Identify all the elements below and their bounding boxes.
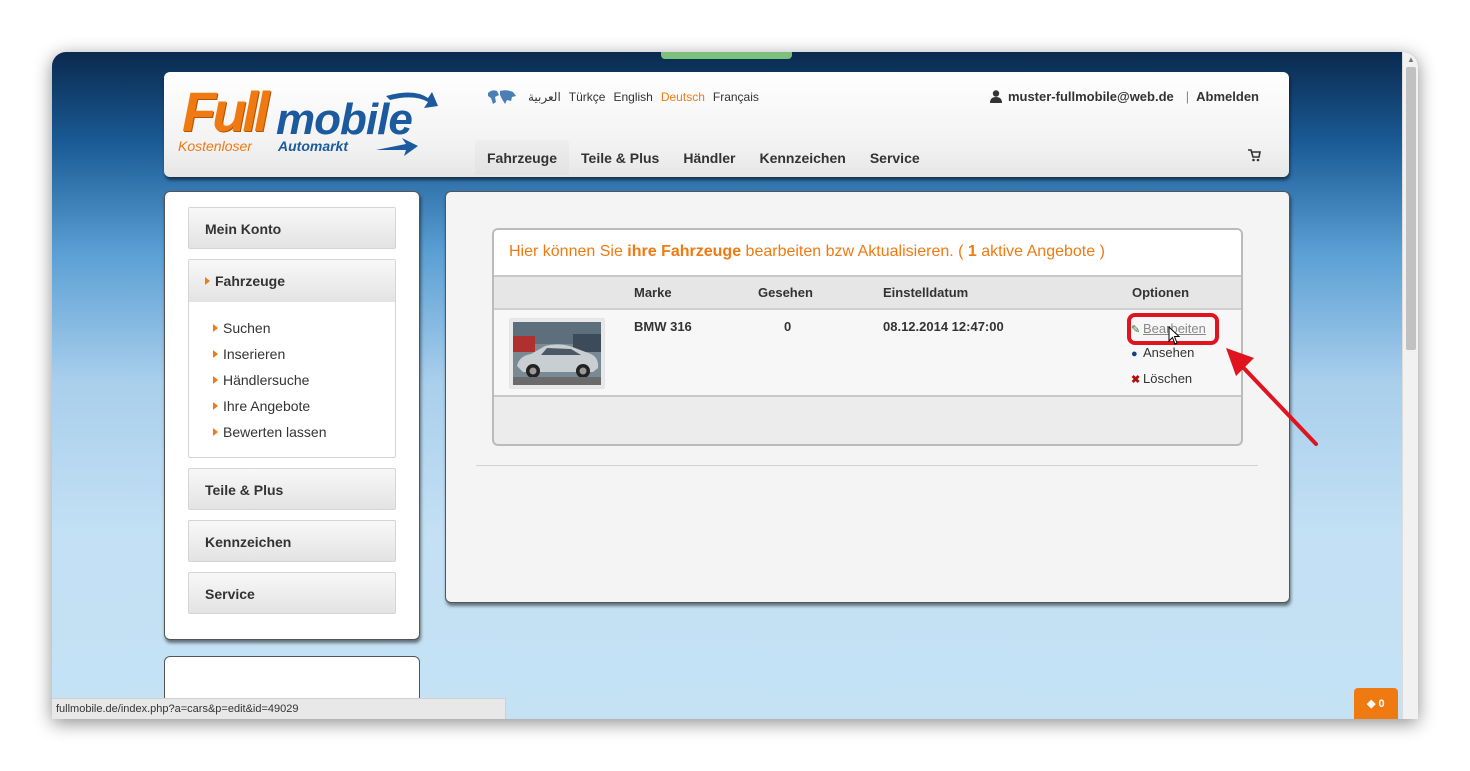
panel-title-text: bearbeiten bzw Aktualisieren. ( bbox=[741, 243, 968, 260]
sidebar-item-mein-konto[interactable]: Mein Konto bbox=[188, 207, 396, 249]
logout-link[interactable]: Abmelden bbox=[1196, 89, 1259, 104]
view-link[interactable]: ● Ansehen bbox=[1131, 345, 1194, 360]
browser-window: Full mobile Kostenloser Automarkt العربي… bbox=[52, 52, 1418, 719]
column-header-gesehen: Gesehen bbox=[758, 285, 813, 300]
delete-x-icon: ✖ bbox=[1131, 374, 1141, 386]
submenu-item-label: Bewerten lassen bbox=[223, 424, 327, 440]
panel-title-text: aktive Angebote ) bbox=[976, 243, 1105, 260]
sidebar-item-fahrzeuge[interactable]: Fahrzeuge bbox=[189, 260, 395, 302]
caret-right-icon bbox=[213, 376, 218, 384]
sidebar-submenu: Suchen Inserieren Händlersuche Ihre Ange… bbox=[189, 302, 395, 450]
caret-right-icon bbox=[213, 324, 218, 332]
user-icon bbox=[989, 90, 1002, 103]
lang-english[interactable]: English bbox=[613, 90, 652, 104]
user-bar-separator: | bbox=[1185, 89, 1190, 104]
sidebar-item-service[interactable]: Service bbox=[188, 572, 396, 614]
cell-marke: BMW 316 bbox=[634, 319, 692, 334]
column-header-einstelldatum: Einstelldatum bbox=[883, 285, 969, 300]
main-nav: Fahrzeuge Teile & Plus Händler Kennzeich… bbox=[475, 140, 932, 175]
submenu-item-label: Suchen bbox=[223, 320, 271, 336]
logo-text-full: Full bbox=[182, 80, 270, 143]
world-map-icon bbox=[488, 90, 516, 104]
user-bar: muster-fullmobile@web.de | Abmelden bbox=[989, 89, 1259, 104]
eye-icon: ● bbox=[1131, 348, 1138, 360]
delete-label: Löschen bbox=[1143, 371, 1193, 386]
submenu-item-inserieren[interactable]: Inserieren bbox=[213, 346, 395, 372]
lang-german[interactable]: Deutsch bbox=[661, 90, 705, 104]
sidebar-item-kennzeichen[interactable]: Kennzeichen bbox=[188, 520, 396, 562]
submenu-item-suchen[interactable]: Suchen bbox=[213, 320, 395, 346]
delete-link[interactable]: ✖ Löschen bbox=[1131, 371, 1192, 386]
logo-arrow-icon bbox=[376, 92, 438, 156]
lang-turkish[interactable]: Türkçe bbox=[569, 90, 606, 104]
chat-button[interactable]: ◆ 0 bbox=[1354, 688, 1398, 719]
scroll-up-icon[interactable]: ▲ bbox=[1407, 55, 1415, 64]
panel-title-bold: ihre Fahrzeuge bbox=[627, 243, 742, 260]
submenu-item-bewerten-lassen[interactable]: Bewerten lassen bbox=[213, 424, 395, 450]
pencil-icon: ✎ bbox=[1131, 324, 1141, 336]
cell-einstelldatum: 08.12.2014 12:47:00 bbox=[883, 319, 1004, 334]
fullmobile-logo[interactable]: Full mobile Kostenloser Automarkt bbox=[178, 82, 440, 162]
submenu-item-ihre-angebote[interactable]: Ihre Angebote bbox=[213, 398, 395, 424]
submenu-item-haendlersuche[interactable]: Händlersuche bbox=[213, 372, 395, 398]
sidebar-item-label: Fahrzeuge bbox=[215, 273, 286, 289]
sidebar-group-fahrzeuge: Fahrzeuge Suchen Inserieren Händlersuche… bbox=[188, 259, 396, 458]
user-email-link[interactable]: muster-fullmobile@web.de bbox=[1008, 89, 1174, 104]
caret-right-icon bbox=[213, 350, 218, 358]
chat-bubble-icon: ◆ bbox=[1367, 698, 1376, 710]
content-divider bbox=[476, 465, 1258, 466]
logo-slogan-automarkt: Automarkt bbox=[278, 138, 349, 154]
nav-kennzeichen[interactable]: Kennzeichen bbox=[747, 140, 857, 175]
caret-right-icon bbox=[213, 428, 218, 436]
active-offer-count: 1 bbox=[967, 243, 977, 260]
logo-slogan-kostenloser: Kostenloser bbox=[178, 138, 252, 154]
panel-title: Hier können Sie ihre Fahrzeuge bearbeite… bbox=[494, 230, 1241, 277]
nav-fahrzeuge[interactable]: Fahrzeuge bbox=[475, 140, 570, 175]
language-bar: العربية Türkçe English Deutsch Français bbox=[486, 88, 767, 106]
column-header-marke: Marke bbox=[634, 285, 672, 300]
panel-title-text: Hier können Sie bbox=[509, 243, 628, 260]
lang-french[interactable]: Français bbox=[713, 90, 759, 104]
submenu-item-label: Ihre Angebote bbox=[223, 398, 311, 414]
red-arrow-annotation bbox=[1226, 348, 1318, 446]
chat-count: 0 bbox=[1378, 698, 1385, 710]
top-tab-indicator bbox=[661, 52, 792, 59]
cart-icon[interactable] bbox=[1247, 148, 1261, 162]
vertical-scrollbar[interactable]: ▲ bbox=[1402, 52, 1418, 719]
scrollbar-thumb[interactable] bbox=[1406, 67, 1416, 350]
cell-gesehen: 0 bbox=[784, 319, 792, 334]
view-label: Ansehen bbox=[1143, 345, 1195, 360]
browser-status-bar: fullmobile.de/index.php?a=cars&p=edit&id… bbox=[52, 698, 506, 719]
main-content: Hier können Sie ihre Fahrzeuge bearbeite… bbox=[445, 191, 1290, 603]
nav-teile-plus[interactable]: Teile & Plus bbox=[569, 140, 671, 175]
sidebar-item-teile-plus[interactable]: Teile & Plus bbox=[188, 468, 396, 510]
table-row: BMW 316 0 08.12.2014 12:47:00 ✎ Bearbeite… bbox=[494, 310, 1241, 397]
nav-service[interactable]: Service bbox=[858, 140, 932, 175]
lang-arabic[interactable]: العربية bbox=[528, 90, 561, 104]
mouse-cursor-icon bbox=[1168, 326, 1181, 345]
table-header: Marke Gesehen Einstelldatum Optionen bbox=[494, 277, 1241, 310]
column-header-optionen: Optionen bbox=[1132, 285, 1190, 300]
account-sidebar: Mein Konto Fahrzeuge Suchen Inserieren H… bbox=[164, 191, 420, 640]
submenu-item-label: Händlersuche bbox=[223, 372, 310, 388]
caret-right-icon bbox=[205, 277, 210, 285]
site-header: Full mobile Kostenloser Automarkt العربي… bbox=[164, 72, 1289, 177]
vehicles-panel: Hier können Sie ihre Fahrzeuge bearbeite… bbox=[492, 228, 1243, 446]
submenu-item-label: Inserieren bbox=[223, 346, 286, 362]
caret-right-icon bbox=[213, 402, 218, 410]
vehicle-thumbnail[interactable] bbox=[510, 319, 604, 388]
nav-haendler[interactable]: Händler bbox=[671, 140, 747, 175]
